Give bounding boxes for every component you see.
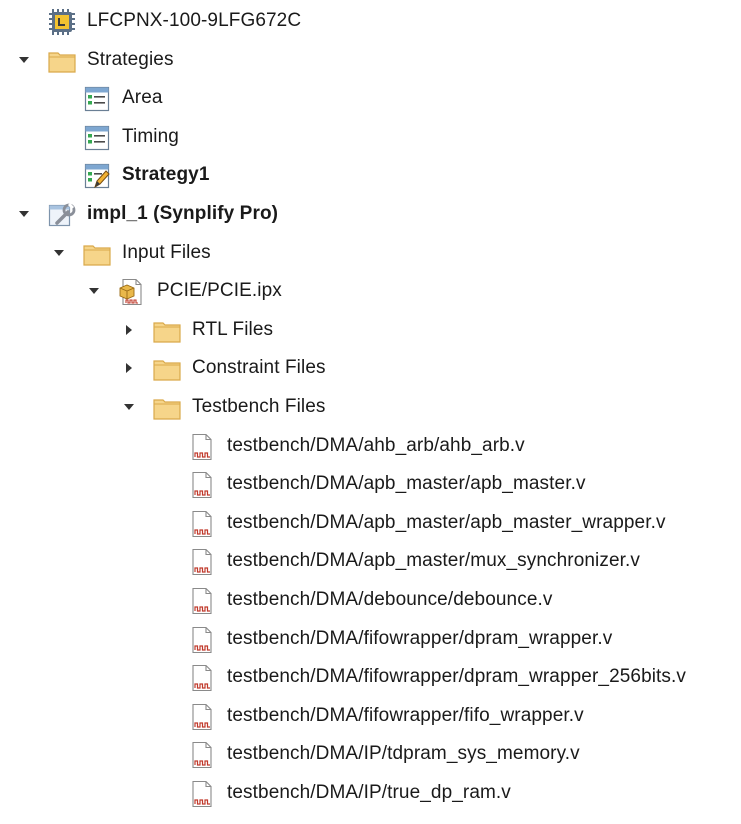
tree-item-strategy-area[interactable]: Area	[0, 79, 741, 117]
tree-item-tb-6[interactable]: testbench/DMA/fifowrapper/dpram_wrapper.…	[0, 620, 741, 658]
chip-icon	[48, 8, 76, 36]
verilog-file-icon	[188, 587, 216, 615]
tree-item-label: testbench/DMA/IP/true_dp_ram.v	[227, 782, 511, 803]
tree-item-label: PCIE/PCIE.ipx	[157, 280, 282, 302]
expand-arrow-icon[interactable]	[84, 272, 104, 310]
implementation-icon	[48, 201, 76, 229]
tree-item-label: RTL Files	[192, 318, 274, 340]
tree-item-tb-4[interactable]: testbench/DMA/apb_master/mux_synchronize…	[0, 542, 741, 580]
expand-arrow-icon[interactable]	[49, 234, 69, 272]
tree-item-tb-9[interactable]: testbench/DMA/IP/tdpram_sys_memory.v	[0, 735, 741, 773]
verilog-file-icon	[188, 741, 216, 769]
expand-arrow-icon[interactable]	[14, 195, 34, 233]
tree-item-device[interactable]: LFCPNX-100-9LFG672C	[0, 2, 741, 40]
tree-item-strategy-1[interactable]: Strategy1	[0, 156, 741, 194]
tree-item-label: testbench/DMA/fifowrapper/dpram_wrapper.…	[227, 627, 613, 649]
tree-item-tb-7[interactable]: testbench/DMA/fifowrapper/dpram_wrapper_…	[0, 658, 741, 696]
tree-item-label: Testbench Files	[192, 396, 326, 417]
tree-item-label: impl_1 (Synplify Pro)	[87, 203, 279, 224]
tree-item-constraint-files[interactable]: Constraint Files	[0, 349, 741, 387]
tree-item-tb-8[interactable]: testbench/DMA/fifowrapper/fifo_wrapper.v	[0, 697, 741, 735]
verilog-file-icon	[188, 433, 216, 461]
tree-item-ipx[interactable]: PCIE/PCIE.ipx	[0, 272, 741, 310]
tree-item-tb-5[interactable]: testbench/DMA/debounce/debounce.v	[0, 581, 741, 619]
strategy-icon	[83, 124, 111, 152]
verilog-file-icon	[188, 471, 216, 499]
tree-item-label: testbench/DMA/apb_master/apb_master_wrap…	[227, 511, 666, 533]
tree-item-label: Timing	[122, 125, 179, 147]
tree-item-strategy-timing[interactable]: Timing	[0, 118, 741, 156]
expand-arrow-icon[interactable]	[119, 388, 139, 426]
strategy-icon	[83, 85, 111, 113]
verilog-file-icon	[188, 510, 216, 538]
collapse-arrow-icon[interactable]	[119, 349, 139, 387]
verilog-file-icon	[188, 780, 216, 808]
tree-item-impl[interactable]: impl_1 (Synplify Pro)	[0, 195, 741, 233]
tree-item-testbench-files[interactable]: Testbench Files	[0, 388, 741, 426]
tree-item-tb-1[interactable]: testbench/DMA/ahb_arb/ahb_arb.v	[0, 427, 741, 465]
tree-item-label: testbench/DMA/apb_master/apb_master.v	[227, 473, 586, 495]
tree-item-label: testbench/DMA/fifowrapper/fifo_wrapper.v	[227, 704, 584, 726]
tree-item-tb-2[interactable]: testbench/DMA/apb_master/apb_master.v	[0, 465, 741, 503]
collapse-arrow-icon[interactable]	[119, 311, 139, 349]
verilog-file-icon	[188, 548, 216, 576]
folder-icon	[153, 355, 181, 383]
tree-item-label: Area	[122, 87, 163, 109]
tree-item-label: testbench/DMA/ahb_arb/ahb_arb.v	[227, 434, 525, 456]
folder-icon	[153, 317, 181, 345]
tree-item-label: testbench/DMA/apb_master/mux_synchronize…	[227, 550, 640, 572]
tree-item-label: Strategies	[87, 48, 174, 70]
tree-item-label: testbench/DMA/IP/tdpram_sys_memory.v	[227, 743, 580, 765]
folder-icon	[153, 394, 181, 422]
strategy-edit-icon	[83, 162, 111, 190]
tree-item-tb-10[interactable]: testbench/DMA/IP/true_dp_ram.v	[0, 774, 741, 812]
tree-item-strategies[interactable]: Strategies	[0, 41, 741, 79]
tree-item-label: Constraint Files	[192, 357, 326, 379]
tree-item-label: testbench/DMA/debounce/debounce.v	[227, 589, 553, 610]
tree-item-input-files[interactable]: Input Files	[0, 234, 741, 272]
verilog-file-icon	[188, 626, 216, 654]
ip-file-icon	[118, 278, 146, 306]
tree-item-label: testbench/DMA/fifowrapper/dpram_wrapper_…	[227, 666, 687, 688]
tree-item-tb-3[interactable]: testbench/DMA/apb_master/apb_master_wrap…	[0, 504, 741, 542]
expand-arrow-icon[interactable]	[14, 41, 34, 79]
folder-icon	[83, 240, 111, 268]
project-tree: LFCPNX-100-9LFG672C Strategies Area Timi…	[0, 0, 741, 824]
tree-item-rtl-files[interactable]: RTL Files	[0, 311, 741, 349]
tree-item-label: Strategy1	[122, 164, 210, 186]
verilog-file-icon	[188, 703, 216, 731]
verilog-file-icon	[188, 664, 216, 692]
tree-item-label: Input Files	[122, 241, 211, 263]
tree-item-label: LFCPNX-100-9LFG672C	[87, 10, 302, 31]
folder-icon	[48, 47, 76, 75]
